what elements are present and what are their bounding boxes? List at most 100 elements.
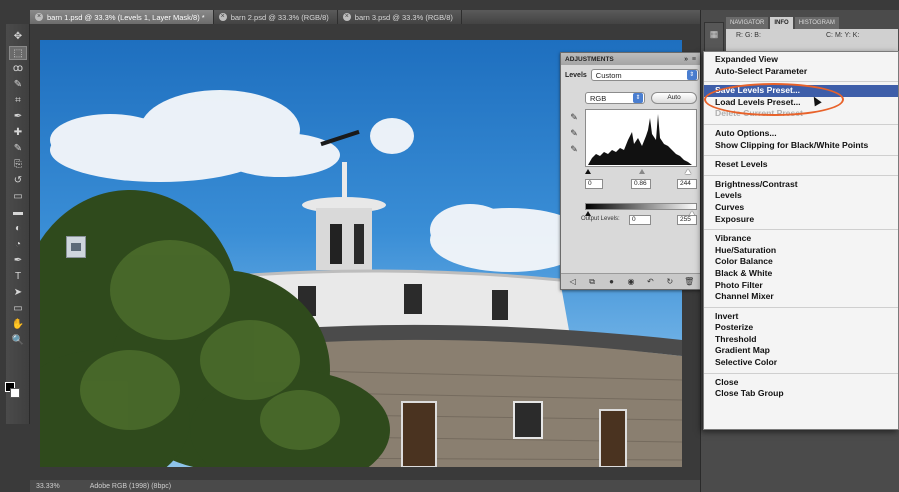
menu-item-reset-levels[interactable]: Reset Levels <box>704 159 898 171</box>
input-black-field[interactable]: 0 <box>585 179 603 189</box>
close-tab-icon[interactable]: × <box>342 13 351 21</box>
shape-tool-icon[interactable]: ▭ <box>9 302 27 316</box>
input-gamma-field[interactable]: 0.86 <box>631 179 651 189</box>
chevron-updown-icon: ⇕ <box>633 93 643 103</box>
3d-rotate-tool-icon[interactable]: ✋ <box>9 318 27 332</box>
close-tab-icon[interactable]: × <box>218 13 227 21</box>
menu-separator <box>704 226 898 231</box>
menu-item-levels[interactable]: Levels <box>704 190 898 202</box>
move-tool-icon[interactable]: ✥ <box>9 30 27 44</box>
info-cmyk-readout: C: M: Y: K: <box>826 32 860 39</box>
document-tab-barn-1[interactable]: × barn 1.psd @ 33.3% (Levels 1, Layer Ma… <box>30 10 214 24</box>
clone-stamp-tool-icon[interactable]: ⎘ <box>9 158 27 172</box>
output-levels-label: Output Levels: <box>581 216 620 222</box>
path-select-tool-icon[interactable]: ➤ <box>9 286 27 300</box>
auto-button[interactable]: Auto <box>651 92 697 104</box>
menu-item-load-levels-preset[interactable]: Load Levels Preset... <box>704 97 898 109</box>
channel-value: RGB <box>590 93 607 103</box>
expanded-view-icon[interactable]: ⧉ <box>586 277 598 287</box>
panel-menu-icon[interactable]: » ≡ <box>684 56 697 63</box>
delete-icon[interactable]: 🗑 <box>683 277 695 286</box>
menu-item-close-tab-group[interactable]: Close Tab Group <box>704 388 898 400</box>
history-brush-tool-icon[interactable]: ↺ <box>9 174 27 188</box>
input-levels-slider[interactable] <box>585 169 697 174</box>
lasso-tool-icon[interactable]: ꝏ <box>9 62 27 76</box>
document-tab-label: barn 3.psd @ 33.3% (RGB/8) <box>354 12 453 22</box>
menu-separator <box>704 370 898 374</box>
type-tool-icon[interactable]: T <box>9 270 27 284</box>
menu-item-vibrance[interactable]: Vibrance <box>704 233 898 245</box>
menu-item-save-levels-preset[interactable]: Save Levels Preset... <box>704 85 898 97</box>
white-point-eyedropper-icon[interactable]: ✎ <box>569 143 579 155</box>
tab-navigator[interactable]: NAVIGATOR <box>726 17 769 29</box>
close-tab-icon[interactable]: × <box>35 13 43 21</box>
gray-point-eyedropper-icon[interactable]: ✎ <box>569 127 579 139</box>
preset-value: Custom <box>595 70 622 80</box>
menu-item-channel-mixer[interactable]: Channel Mixer <box>704 291 898 303</box>
adjustments-panel-header[interactable]: ADJUSTMENTS » ≡ <box>561 53 701 65</box>
document-tab-label: barn 2.psd @ 33.3% (RGB/8) <box>230 12 329 22</box>
preset-select[interactable]: Custom ⇕ <box>590 69 699 81</box>
document-thumbnail-icon[interactable] <box>66 236 86 258</box>
black-input-handle[interactable] <box>585 169 591 174</box>
input-white-field[interactable]: 244 <box>677 179 697 189</box>
menu-item-photo-filter[interactable]: Photo Filter <box>704 280 898 292</box>
pen-tool-icon[interactable]: ✒ <box>9 254 27 268</box>
menu-item-brightness-contrast[interactable]: Brightness/Contrast <box>704 179 898 191</box>
tools-panel: ✥ ⬚ ꝏ ✎ ⌗ ✒ ✚ ✎ ⎘ ↺ ▭ ▬ ◐ ◔ ✒ T ➤ ▭ ✋ 🔍 <box>6 24 30 424</box>
visibility-eye-icon[interactable]: ◉ <box>625 277 637 286</box>
menu-item-hue-saturation[interactable]: Hue/Saturation <box>704 245 898 257</box>
tab-histogram[interactable]: HISTOGRAM <box>794 17 839 29</box>
brush-tool-icon[interactable]: ✎ <box>9 142 27 156</box>
menu-item-delete-current-preset: Delete Current Preset <box>715 108 803 119</box>
menu-item-selective-color[interactable]: Selective Color <box>704 357 898 369</box>
eyedropper-tool-icon[interactable]: ✒ <box>9 110 27 124</box>
menu-item-auto-options[interactable]: Auto Options... <box>704 128 898 140</box>
output-black-field[interactable]: 0 <box>629 215 651 225</box>
reset-icon[interactable]: ↻ <box>664 277 676 286</box>
menu-item-curves[interactable]: Curves <box>704 202 898 214</box>
return-to-list-icon[interactable]: ◁ <box>567 277 579 286</box>
healing-brush-tool-icon[interactable]: ✚ <box>9 126 27 140</box>
menu-item-close[interactable]: Close <box>704 377 898 389</box>
dodge-tool-icon[interactable]: ◔ <box>9 238 27 252</box>
adjustments-title: ADJUSTMENTS <box>565 55 614 63</box>
menu-item-posterize[interactable]: Posterize <box>704 322 898 334</box>
eraser-tool-icon[interactable]: ▭ <box>9 190 27 204</box>
levels-histogram <box>585 109 697 167</box>
menu-separator <box>704 304 898 308</box>
crop-tool-icon[interactable]: ⌗ <box>9 94 27 108</box>
menu-item-invert[interactable]: Invert <box>704 311 898 323</box>
menu-item-auto-select-parameter[interactable]: Auto-Select Parameter <box>704 66 898 78</box>
menu-item-exposure[interactable]: Exposure <box>704 214 898 226</box>
view-previous-state-icon[interactable]: ↶ <box>644 277 656 286</box>
menu-item-color-balance[interactable]: Color Balance <box>704 256 898 268</box>
document-tab-barn-2[interactable]: × barn 2.psd @ 33.3% (RGB/8) <box>214 10 338 24</box>
quick-select-tool-icon[interactable]: ✎ <box>9 78 27 92</box>
zoom-level[interactable]: 33.33% <box>36 483 60 490</box>
channel-select[interactable]: RGB ⇕ <box>585 92 645 104</box>
status-bar: 33.33% Adobe RGB (1998) (8bpc) <box>30 480 700 492</box>
white-input-handle[interactable] <box>685 169 691 174</box>
document-info: Adobe RGB (1998) (8bpc) <box>89 482 172 490</box>
3d-orbit-tool-icon[interactable]: 🔍 <box>9 334 27 348</box>
menu-item-black-white[interactable]: Black & White <box>704 268 898 280</box>
marquee-tool-icon[interactable]: ⬚ <box>9 46 27 60</box>
menu-item-expanded-view[interactable]: Expanded View <box>704 54 898 66</box>
menu-item-show-clipping-for-black-white-points[interactable]: Show Clipping for Black/White Points <box>704 140 898 152</box>
document-tab-barn-3[interactable]: × barn 3.psd @ 33.3% (RGB/8) <box>338 10 462 24</box>
adjustments-footer: ◁ ⧉ ● ◉ ↶ ↻ 🗑 <box>561 273 701 289</box>
output-white-field[interactable]: 255 <box>677 215 697 225</box>
histogram-panel-icon[interactable]: ▦ <box>705 29 723 40</box>
blur-tool-icon[interactable]: ◐ <box>9 222 27 236</box>
gradient-tool-icon[interactable]: ▬ <box>9 206 27 220</box>
preset-row: Levels Custom ⇕ <box>565 69 699 81</box>
tab-info[interactable]: INFO <box>770 17 793 29</box>
histogram-graph <box>588 114 692 165</box>
gamma-input-handle[interactable] <box>639 169 645 174</box>
black-point-eyedropper-icon[interactable]: ✎ <box>569 111 579 123</box>
clip-to-layer-icon[interactable]: ● <box>606 277 618 286</box>
background-color-swatch[interactable] <box>10 388 20 398</box>
menu-item-threshold[interactable]: Threshold <box>704 334 898 346</box>
menu-item-gradient-map[interactable]: Gradient Map <box>704 345 898 357</box>
